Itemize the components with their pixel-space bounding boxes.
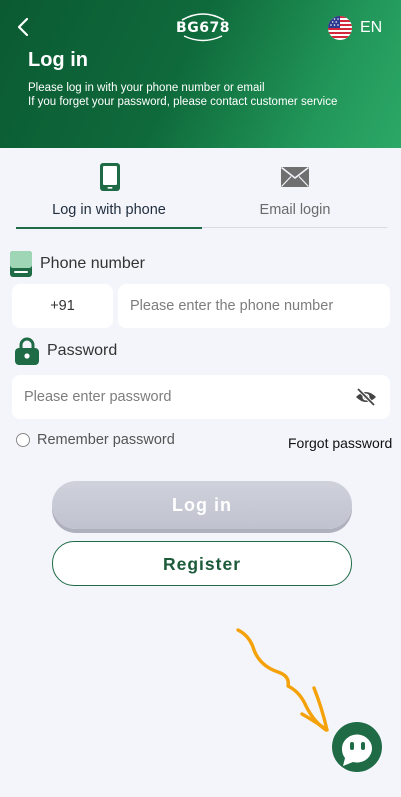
- phone-input-wrapper: [118, 284, 390, 328]
- password-label: Password: [47, 342, 118, 359]
- back-button[interactable]: [12, 14, 36, 42]
- phone-book-icon: [10, 251, 32, 277]
- logo-text: BG678: [176, 20, 230, 36]
- remember-password-option[interactable]: Remember password: [16, 432, 175, 448]
- login-tabs: Log in with phone Email login: [16, 160, 388, 229]
- annotation-arrow-icon: [236, 628, 329, 732]
- chevron-left-icon: [17, 17, 29, 37]
- password-input[interactable]: [12, 375, 342, 419]
- lock-icon: [15, 337, 39, 365]
- tab-email-label: Email login: [259, 202, 331, 218]
- register-button[interactable]: Register: [52, 541, 352, 586]
- tab-phone-label: Log in with phone: [52, 202, 166, 218]
- tab-phone-login[interactable]: Log in with phone: [16, 160, 202, 229]
- password-input-wrapper: [12, 375, 390, 419]
- language-label: EN: [360, 19, 383, 36]
- chat-bot-icon: [332, 722, 382, 772]
- header: BG678 EN Log in Please log in with your …: [0, 0, 401, 148]
- country-code-value: +91: [50, 298, 75, 314]
- eye-off-icon[interactable]: [354, 387, 378, 407]
- page-title: Log in: [28, 49, 88, 71]
- language-selector[interactable]: EN: [328, 16, 382, 40]
- tab-email-login[interactable]: Email login: [202, 160, 388, 228]
- country-code-selector[interactable]: +91: [12, 284, 113, 328]
- remember-password-label: Remember password: [37, 432, 175, 448]
- phone-icon: [100, 163, 120, 191]
- remember-radio[interactable]: [16, 433, 30, 447]
- subtitle-line-2: If you forget your password, please cont…: [28, 96, 338, 108]
- forgot-password-link[interactable]: Forgot password: [288, 435, 392, 451]
- login-button[interactable]: Log in: [52, 481, 352, 529]
- envelope-icon: [281, 166, 309, 187]
- phone-number-input[interactable]: [118, 284, 390, 328]
- subtitle-line-1: Please log in with your phone number or …: [28, 82, 265, 94]
- brand-logo: BG678: [176, 12, 230, 42]
- phone-number-label: Phone number: [40, 255, 145, 272]
- us-flag-icon: [328, 16, 352, 40]
- chat-support-button[interactable]: [331, 721, 383, 775]
